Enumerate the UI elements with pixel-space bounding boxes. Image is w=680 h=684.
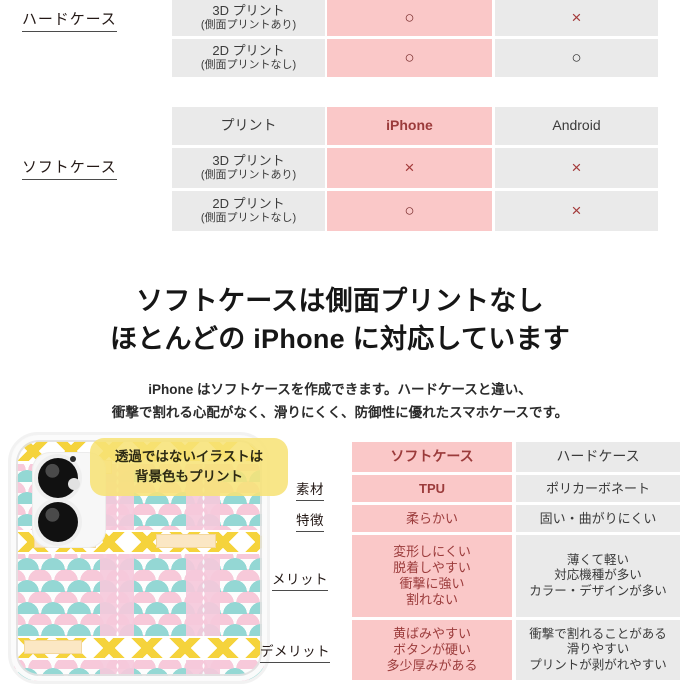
hard-row-1-print-main: 2D プリント — [212, 43, 285, 59]
soft-row-1-android-mark: × — [571, 200, 582, 220]
headline-line-1: ソフトケースは側面プリントなし — [136, 286, 544, 316]
compare-row-3-hard: 衝撃で割れることがある 滑りやすい プリントが剥がれやすい — [516, 620, 680, 680]
soft-row-1-android: × — [495, 191, 658, 231]
camera-lens-icon — [38, 502, 78, 542]
pattern-tape — [156, 534, 216, 548]
compare-row-0-soft: TPU — [352, 475, 512, 502]
compare-row-3-hard-item: プリントが剥がれやすい — [529, 657, 667, 672]
soft-row-1-print-main: 2D プリント — [212, 196, 285, 212]
soft-row-0-android-mark: × — [571, 157, 582, 177]
compare-row-2-soft: 変形しにくい 脱着しやすい 衝撃に強い 割れない — [352, 535, 512, 617]
soft-row-1-iphone: ○ — [327, 191, 492, 231]
transparency-callout: 透過ではないイラストは 背景色もプリント — [90, 438, 288, 496]
soft-row-1-print: 2D プリント (側面プリントなし) — [172, 191, 325, 231]
page-canvas: ハードケース 3D プリント (側面プリントあり) ○ × 2D プリント (側… — [0, 0, 680, 684]
compare-row-2-soft-item: 変形しにくい — [393, 544, 471, 560]
compare-row-3-soft-item: 多少厚みがある — [386, 657, 478, 673]
compare-row-3-hard-item: 滑りやすい — [566, 642, 630, 657]
microphone-icon — [70, 456, 76, 462]
compare-row-2-hard-item: 対応機種が多い — [554, 568, 642, 583]
lede-line-1: iPhone はソフトケースを作成できます。ハードケースと違い、 — [148, 382, 532, 397]
headline-line-2: ほとんどの iPhone に対応しています — [109, 324, 571, 354]
hard-row-1-print: 2D プリント (側面プリントなし) — [172, 39, 325, 77]
soft-row-1-iphone-mark: ○ — [404, 200, 415, 220]
callout-line-2: 背景色もプリント — [135, 469, 243, 484]
compare-row-2-hard-item: カラー・デザインが多い — [529, 583, 667, 598]
soft-row-1-print-sub: (側面プリントなし) — [200, 212, 297, 225]
compare-header-hard: ハードケース — [516, 442, 680, 472]
hard-row-0-android-mark: × — [571, 7, 582, 27]
soft-case-label: ソフトケース — [22, 156, 117, 180]
hard-row-0-print-sub: (側面プリントあり) — [200, 19, 297, 32]
hard-row-0-print-main: 3D プリント — [212, 3, 285, 19]
compare-header-soft: ソフトケース — [352, 442, 512, 472]
compare-row-0-hard: ポリカーボネート — [516, 475, 680, 502]
compare-row-3-soft: 黄ばみやすい ボタンが硬い 多少厚みがある — [352, 620, 512, 680]
compare-row-2-soft-item: 割れない — [405, 591, 458, 607]
lede-line-2: 衝撃で割れる心配がなく、滑りにくく、防御性に優れたスマホケースです。 — [111, 405, 569, 420]
compare-row-label-1: 特徴 — [296, 509, 325, 532]
hard-row-1-android: ○ — [495, 39, 658, 77]
hard-row-0-print: 3D プリント (側面プリントあり) — [172, 0, 325, 36]
compare-row-3-hard-item: 衝撃で割れることがある — [529, 627, 667, 642]
compare-row-2-soft-item: 脱着しやすい — [393, 560, 471, 576]
compare-row-2-soft-item: 衝撃に強い — [399, 576, 465, 591]
hard-row-1-android-mark: ○ — [571, 47, 582, 67]
hard-row-1-print-sub: (側面プリントなし) — [200, 59, 297, 72]
compare-row-label-3: デメリット — [260, 640, 331, 663]
flash-icon — [68, 478, 80, 490]
soft-row-0-android: × — [495, 148, 658, 188]
pattern-tape — [24, 640, 82, 654]
soft-header-android: Android — [495, 107, 658, 145]
soft-row-0-print-main: 3D プリント — [212, 153, 285, 169]
callout-line-1: 透過ではないイラストは — [114, 449, 264, 465]
compare-row-1-soft: 柔らかい — [352, 505, 512, 532]
soft-row-0-print-sub: (側面プリントあり) — [200, 169, 297, 182]
compare-row-1-hard: 固い・曲がりにくい — [516, 505, 680, 532]
hard-row-1-iphone-mark: ○ — [404, 47, 415, 67]
compare-row-label-0: 素材 — [296, 478, 325, 501]
hard-case-label: ハードケース — [22, 8, 117, 32]
hard-row-0-iphone-mark: ○ — [404, 7, 415, 27]
hard-row-0-iphone: ○ — [327, 0, 492, 36]
soft-row-0-iphone-mark: × — [404, 157, 415, 177]
soft-header-iphone: iPhone — [327, 107, 492, 145]
compare-row-3-soft-item: ボタンが硬い — [392, 642, 471, 658]
soft-header-print: プリント — [172, 107, 325, 145]
soft-row-0-iphone: × — [327, 148, 492, 188]
hard-row-1-iphone: ○ — [327, 39, 492, 77]
soft-row-0-print: 3D プリント (側面プリントあり) — [172, 148, 325, 188]
compare-row-2-hard-item: 薄くて軽い — [566, 553, 630, 568]
compare-row-label-2: メリット — [272, 568, 329, 591]
hard-row-0-android: × — [495, 0, 658, 36]
compare-row-3-soft-item: 黄ばみやすい — [392, 626, 471, 642]
compare-row-2-hard: 薄くて軽い 対応機種が多い カラー・デザインが多い — [516, 535, 680, 617]
